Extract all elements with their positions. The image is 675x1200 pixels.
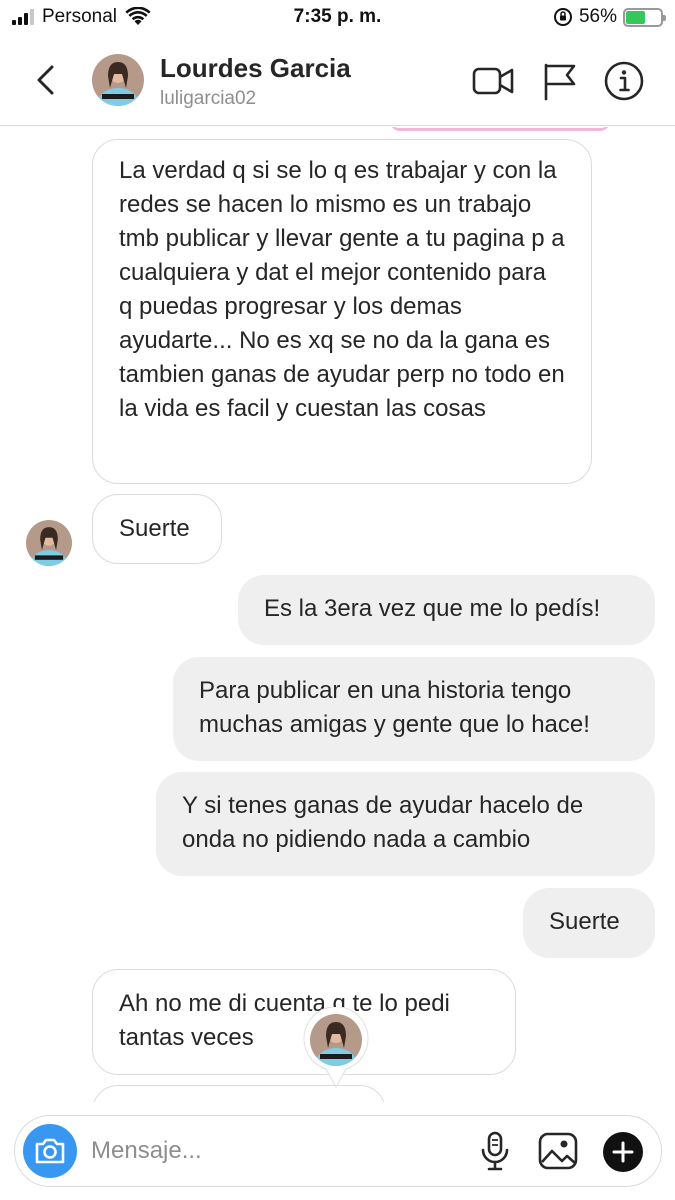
battery-percent: 56% (578, 6, 617, 27)
orientation-lock-icon (553, 8, 572, 26)
message-bubble-outgoing[interactable]: Es la 3era vez que me lo pedís! (238, 575, 655, 645)
flag-icon[interactable] (540, 60, 582, 102)
plus-icon (612, 1141, 634, 1163)
message-bubble-outgoing[interactable]: Para publicar en una historia tengo much… (173, 657, 655, 761)
message-text: Es la 3era vez que me lo pedís! (264, 595, 601, 622)
contact-avatar[interactable] (92, 54, 144, 106)
status-bar: Personal 7:35 p. m. 56% (0, 0, 675, 34)
message-text: Para publicar en una historia tengo much… (199, 677, 590, 738)
camera-button[interactable] (23, 1124, 77, 1178)
message-bubble-incoming[interactable]: La verdad q si se lo q es trabajar y con… (92, 139, 592, 484)
message-bubble-outgoing[interactable]: Suerte (523, 888, 655, 958)
message-input[interactable] (91, 1134, 461, 1168)
video-call-icon[interactable] (472, 60, 514, 102)
microphone-icon[interactable] (479, 1130, 511, 1172)
back-icon[interactable] (34, 64, 56, 96)
battery-level (626, 10, 646, 24)
sender-avatar[interactable] (26, 520, 72, 566)
seen-avatar-marker (302, 1006, 370, 1089)
message-text: Suerte (119, 515, 190, 542)
contact-name[interactable]: Lourdes Garcia (160, 53, 351, 84)
more-actions-button[interactable] (603, 1132, 643, 1172)
message-bubble-outgoing[interactable]: Y si tenes ganas de ayudar hacelo de ond… (156, 772, 655, 876)
message-thread[interactable]: La verdad q si se lo q es trabajar y con… (0, 127, 675, 1102)
info-icon[interactable] (603, 60, 645, 102)
status-right: 56% (553, 6, 666, 28)
chat-header: Lourdes Garcia luligarcia02 (0, 34, 675, 126)
battery-icon (623, 7, 666, 27)
message-text: Y si tenes ganas de ayudar hacelo de ond… (182, 792, 584, 853)
message-text: Ah no me di cuenta q te lo pedi tantas v… (119, 990, 450, 1051)
message-text: Suerte (549, 908, 620, 935)
message-text: La verdad q si se lo q es trabajar y con… (119, 157, 565, 422)
gallery-icon[interactable] (537, 1131, 579, 1171)
message-composer (14, 1115, 662, 1187)
camera-icon (35, 1138, 65, 1164)
previous-message-edge (390, 127, 610, 131)
contact-username: luligarcia02 (160, 88, 257, 109)
message-bubble-incoming[interactable]: Suerte (92, 494, 222, 564)
